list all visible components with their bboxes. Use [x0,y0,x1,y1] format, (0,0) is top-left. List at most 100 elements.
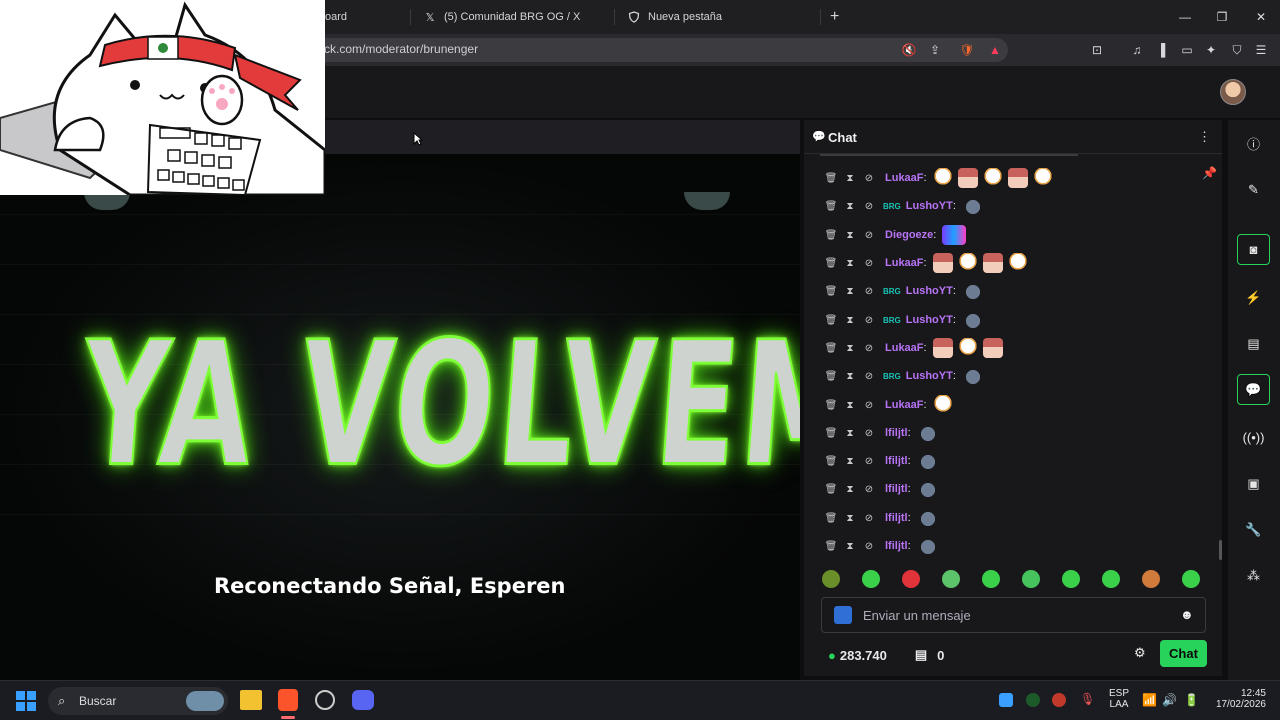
emote-icon[interactable] [982,570,1000,588]
clock[interactable]: 12:45 17/02/2026 [1212,688,1266,710]
minimize-button[interactable]: — [1170,6,1200,28]
stream-video[interactable]: YA VOLVEMOS Reconectando Señal, Esperen [0,154,800,680]
duck-emote-icon[interactable] [1007,253,1028,273]
chrome-app-icon[interactable] [315,690,335,710]
emote-icon[interactable] [1102,570,1120,588]
timeout-icon[interactable]: ⧗ [845,512,855,524]
ban-user-icon[interactable]: ⊘ [864,483,874,495]
broadcast-button[interactable]: ((•)) [1237,422,1270,453]
girl-emote-icon[interactable] [982,253,1003,273]
ban-user-icon[interactable]: ⊘ [864,342,874,354]
tray-app-icon[interactable] [1052,693,1066,707]
emote-icon[interactable] [822,570,840,588]
tv-emote-icon[interactable] [942,225,967,245]
timeout-icon[interactable]: ⧗ [845,285,855,297]
quick-actions-button[interactable]: ⚡ [1237,282,1270,313]
media-icon[interactable]: ♫ [1128,41,1146,59]
chat-username[interactable]: LushoYT [906,285,953,297]
kebab-menu-icon[interactable]: ⋮ [1198,129,1211,145]
timeout-icon[interactable]: ⧗ [845,314,855,326]
delete-message-icon[interactable]: 🗑 [825,285,838,297]
emote-icon[interactable] [862,570,880,588]
duck-emote-icon[interactable] [1032,168,1053,188]
chat-username[interactable]: lfiljtl [885,427,908,439]
battery-icon[interactable]: 🔋 [1184,693,1199,707]
ban-user-icon[interactable]: ⊘ [864,285,874,297]
more-tools-button[interactable]: ⁂ [1237,560,1270,591]
tab-comunidad-x[interactable]: 𝕏 (5) Comunidad BRG OG / X [424,6,581,28]
pin-icon[interactable]: 📌 [1202,166,1217,180]
bird-emote-icon[interactable] [961,281,982,301]
chat-username[interactable]: LukaaF [885,399,924,411]
edit-button[interactable]: ✎ [1237,174,1270,205]
microphone-icon[interactable]: 🎙 [1080,692,1095,706]
screenshot-icon[interactable]: ⊡ [1088,41,1106,59]
chat-scrollbar[interactable] [1219,540,1222,560]
tab-nueva-pestana[interactable]: Nueva pestaña [628,6,722,28]
brave-shields-icon[interactable]: 🛡 [958,41,976,59]
emoji-picker-icon[interactable]: ☻ [1180,607,1194,622]
avatar[interactable] [1220,79,1246,105]
emote-icon[interactable] [1022,570,1040,588]
delete-message-icon[interactable]: 🗑 [825,512,838,524]
timeout-icon[interactable]: ⧗ [845,229,855,241]
duck-emote-icon[interactable] [957,338,978,358]
delete-message-icon[interactable]: 🗑 [825,455,838,467]
chat-username[interactable]: LukaaF [885,172,924,184]
duck-emote-icon[interactable] [932,168,953,188]
timeout-icon[interactable]: ⧗ [845,370,855,382]
ban-user-icon[interactable]: ⊘ [864,200,874,212]
girl-emote-icon[interactable] [1007,168,1028,188]
chat-username[interactable]: Diegoeze [885,229,933,241]
ban-user-icon[interactable]: ⊘ [864,427,874,439]
chat-username[interactable]: LushoYT [906,370,953,382]
chat-username[interactable]: lfiljtl [885,540,908,552]
file-explorer-icon[interactable] [240,690,262,710]
bird-emote-icon[interactable] [916,451,937,471]
delete-message-icon[interactable]: 🗑 [825,342,838,354]
timeout-icon[interactable]: ⧗ [845,172,855,184]
delete-message-icon[interactable]: 🗑 [825,540,838,552]
tray-app-icon[interactable] [1026,693,1040,707]
duck-emote-icon[interactable] [982,168,1003,188]
discord-icon[interactable] [352,690,374,710]
emote-icon[interactable] [902,570,920,588]
girl-emote-icon[interactable] [932,253,953,273]
timeout-icon[interactable]: ⧗ [845,455,855,467]
chat-username[interactable]: LukaaF [885,342,924,354]
bird-emote-icon[interactable] [961,196,982,216]
ban-user-icon[interactable]: ⊘ [864,229,874,241]
windows-start-icon[interactable] [16,691,36,711]
delete-message-icon[interactable]: 🗑 [825,370,838,382]
close-window-button[interactable]: ✕ [1246,6,1276,28]
delete-message-icon[interactable]: 🗑 [825,172,838,184]
info-button[interactable]: ⓘ [1237,128,1270,159]
sidebar-icon[interactable]: ▐ [1152,41,1170,59]
menu-icon[interactable]: ☰ [1252,41,1270,59]
chat-username[interactable]: lfiljtl [885,483,908,495]
chat-message-input[interactable]: Enviar un mensaje ☻ [821,597,1206,633]
bird-emote-icon[interactable] [916,536,937,556]
bird-emote-icon[interactable] [961,366,982,386]
delete-message-icon[interactable]: 🗑 [825,257,838,269]
channel-points[interactable]: ● 283.740 ▤ 0 [828,647,944,663]
restore-button[interactable]: ❐ [1207,6,1237,28]
chat-username[interactable]: lfiljtl [885,512,908,524]
ban-user-icon[interactable]: ⊘ [864,455,874,467]
tray-app-icon[interactable] [999,693,1013,707]
new-tab-button[interactable]: + [830,6,839,28]
timeout-icon[interactable]: ⧗ [845,427,855,439]
delete-message-icon[interactable]: 🗑 [825,483,838,495]
ban-user-icon[interactable]: ⊘ [864,370,874,382]
notes-button[interactable]: ▤ [1237,328,1270,359]
delete-message-icon[interactable]: 🗑 [825,314,838,326]
brave-rewards-icon[interactable]: ▲ [986,41,1004,59]
brave-browser-icon[interactable] [278,689,298,711]
ban-user-icon[interactable]: ⊘ [864,512,874,524]
timeout-icon[interactable]: ⧗ [845,257,855,269]
chat-username[interactable]: LushoYT [906,200,953,212]
share-icon[interactable]: ⇪ [926,41,944,59]
tab-dashboard[interactable]: oard [325,6,347,28]
taskbar-search[interactable]: ⌕ Buscar [48,687,228,715]
tools-button[interactable]: 🔧 [1237,514,1270,545]
